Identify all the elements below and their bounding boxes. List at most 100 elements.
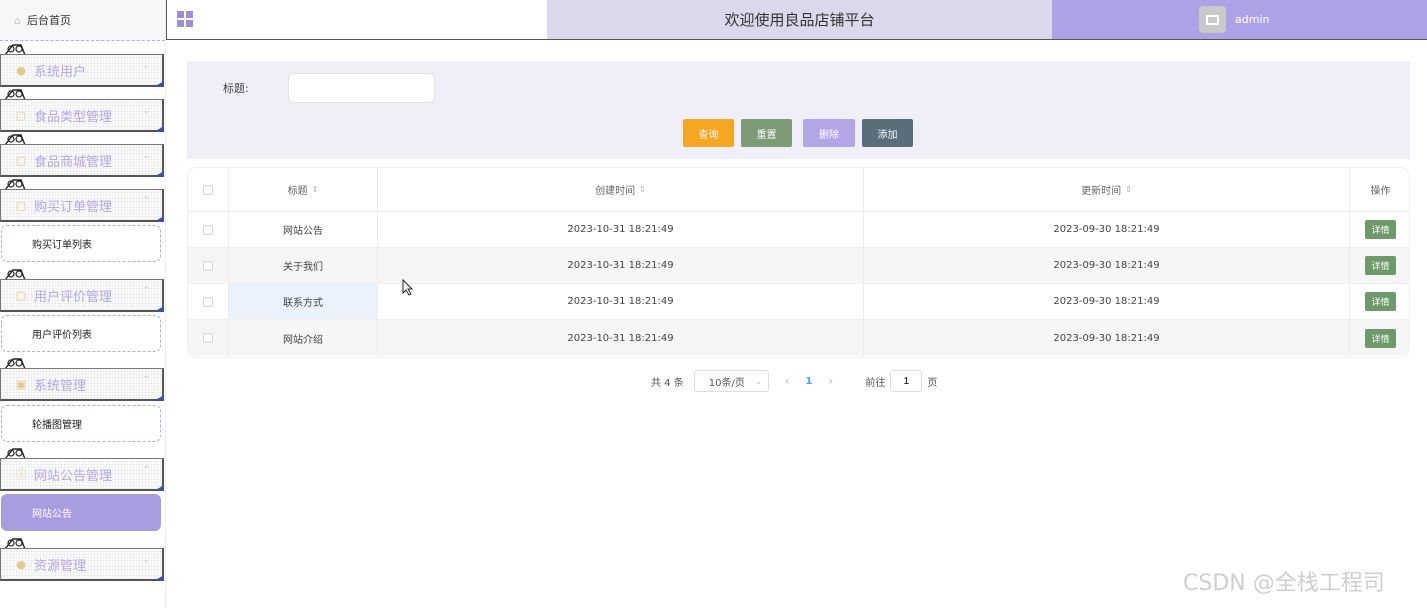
sidebar-menu-label: 食品类型管理 (34, 109, 113, 125)
column-header-created[interactable]: 创建时间 ⇕ (378, 168, 864, 211)
sidebar-item-label: 轮播图管理 (32, 420, 82, 431)
detail-button[interactable]: 详情 (1365, 220, 1396, 239)
chevron-up-icon: ⌃ (142, 286, 150, 296)
cell-actions: 详情 (1350, 284, 1409, 319)
sidebar-item-order-list[interactable]: 购买订单列表 (1, 225, 161, 262)
table-header-row: 标题 ⇕ 创建时间 ⇕ 更新时间 ⇕ 操作 (188, 168, 1409, 212)
chevron-down-icon: ⌄ (142, 106, 150, 116)
chevron-down-icon: ⌄ (142, 151, 150, 161)
folder-icon: ▢ (15, 108, 27, 122)
top-header: 欢迎使用良品店铺平台 admin (166, 0, 1427, 40)
chevron-up-icon: ⌃ (142, 375, 150, 385)
corner-decoration (154, 126, 164, 132)
sidebar-menu-food-store[interactable]: ▢ 食品商城管理 ⌄ (0, 144, 164, 177)
sidebar-menu-system[interactable]: ▣ 系统管理 ⌃ (0, 368, 164, 401)
sidebar-item-review-list[interactable]: 用户评价列表 (1, 315, 161, 352)
chevron-up-icon: ⌃ (142, 196, 150, 206)
detail-button[interactable]: 详情 (1365, 256, 1396, 275)
row-checkbox[interactable] (203, 333, 213, 343)
column-header-label: 创建时间 (595, 186, 636, 197)
corner-decoration (154, 575, 164, 581)
corner-decoration (154, 485, 164, 491)
title-filter-label: 标题: (223, 82, 249, 95)
title-filter-input[interactable] (288, 73, 435, 103)
info-icon: ⓘ (15, 468, 27, 481)
cell-updated: 2023-09-30 18:21:49 (864, 320, 1350, 356)
cell-updated: 2023-09-30 18:21:49 (864, 284, 1350, 319)
row-select-cell (188, 248, 229, 283)
sidebar-menu-announcements[interactable]: ⓘ 网站公告管理 ⌃ (0, 458, 164, 491)
avatar[interactable] (1199, 6, 1226, 33)
chevron-up-icon: ⌃ (142, 465, 150, 475)
cell-created: 2023-10-31 18:21:49 (378, 320, 864, 356)
row-checkbox[interactable] (203, 296, 213, 307)
sidebar-menu-system-users[interactable]: ● 系统用户 ⌄ (0, 54, 164, 87)
goto-page-input[interactable] (890, 370, 923, 392)
menu-toggle-grid-icon[interactable] (177, 11, 193, 27)
sidebar: ⌂ 后台首页 ● 系统用户 ⌄ ▢ 食品类型管理 ⌄ ▢ 食品商城管理 ⌄ ▢ … (0, 0, 166, 608)
page-size-select[interactable]: 10条/页 ⌄ (693, 370, 769, 392)
cell-title: 联系方式 (229, 284, 378, 319)
corner-decoration (154, 306, 164, 312)
column-header-actions: 操作 (1350, 168, 1409, 211)
delete-button[interactable]: 删除 (803, 119, 855, 147)
select-all-cell (188, 168, 229, 211)
select-all-checkbox[interactable] (203, 184, 213, 195)
cell-actions: 详情 (1350, 320, 1409, 356)
query-button[interactable]: 查询 (683, 119, 734, 147)
sidebar-menu-food-types[interactable]: ▢ 食品类型管理 ⌄ (0, 99, 164, 132)
sidebar-menu-label: 用户评价管理 (34, 289, 113, 305)
search-panel: 标题: 查询 重置 删除 添加 (187, 61, 1410, 159)
prev-page-icon[interactable]: ‹ (785, 374, 790, 388)
corner-decoration (154, 216, 164, 222)
user-menu[interactable]: admin (1052, 0, 1427, 39)
username[interactable]: admin (1235, 13, 1269, 26)
cell-updated: 2023-09-30 18:21:49 (864, 248, 1350, 283)
page-title-bar: 欢迎使用良品店铺平台 (547, 0, 1052, 39)
next-page-icon[interactable]: › (829, 374, 834, 388)
goto-label: 前往 (865, 377, 886, 389)
sidebar-item-label: 网站公告 (32, 509, 72, 520)
picture-icon: ▣ (15, 377, 27, 391)
sidebar-item-home[interactable]: ⌂ 后台首页 (0, 0, 165, 41)
chevron-down-icon: ⌄ (142, 61, 150, 71)
add-button[interactable]: 添加 (862, 119, 913, 147)
sidebar-menu-label: 购买订单管理 (34, 199, 113, 215)
user-icon: ● (16, 63, 26, 77)
detail-button[interactable]: 详情 (1365, 292, 1396, 311)
image-icon (1206, 14, 1219, 25)
row-checkbox[interactable] (203, 224, 213, 235)
folder-icon: ▢ (15, 153, 27, 167)
sidebar-menu-orders[interactable]: ▢ 购买订单管理 ⌃ (0, 189, 164, 222)
sort-icon[interactable]: ⇕ (312, 185, 319, 194)
row-select-cell (188, 284, 229, 319)
cell-updated: 2023-09-30 18:21:49 (864, 212, 1350, 247)
cell-actions: 详情 (1350, 248, 1409, 283)
sidebar-menu-label: 食品商城管理 (34, 154, 113, 170)
page-number-current[interactable]: 1 (806, 376, 813, 387)
cell-title: 关于我们 (229, 248, 378, 283)
cell-created: 2023-10-31 18:21:49 (378, 284, 864, 319)
reset-button[interactable]: 重置 (741, 119, 792, 147)
sidebar-item-carousel[interactable]: 轮播图管理 (1, 405, 161, 442)
sidebar-menu-resources[interactable]: ● 资源管理 ⌄ (0, 548, 164, 581)
home-icon: ⌂ (14, 13, 21, 27)
sort-icon[interactable]: ⇕ (639, 185, 646, 194)
sidebar-menu-reviews[interactable]: ▢ 用户评价管理 ⌃ (0, 279, 164, 312)
column-header-title[interactable]: 标题 ⇕ (229, 168, 378, 211)
table-row: 网站介绍 2023-10-31 18:21:49 2023-09-30 18:2… (188, 320, 1409, 356)
detail-button[interactable]: 详情 (1365, 328, 1396, 348)
sort-icon[interactable]: ⇕ (1125, 185, 1132, 194)
column-header-updated[interactable]: 更新时间 ⇕ (864, 168, 1350, 211)
table-row: 联系方式 2023-10-31 18:21:49 2023-09-30 18:2… (188, 284, 1409, 320)
cell-created: 2023-10-31 18:21:49 (378, 212, 864, 247)
row-checkbox[interactable] (203, 260, 213, 271)
sidebar-item-announcement[interactable]: 网站公告 (1, 494, 161, 531)
announcement-table: 标题 ⇕ 创建时间 ⇕ 更新时间 ⇕ 操作 网站公告 2023-10-31 18:21… (187, 167, 1410, 358)
sidebar-item-label: 用户评价列表 (32, 330, 92, 341)
pagination-total: 共 4 条 (651, 377, 684, 389)
sidebar-menu-label: 资源管理 (34, 558, 87, 574)
column-header-label: 操作 (1370, 186, 1391, 197)
corner-decoration (154, 81, 164, 87)
sidebar-item-label: 购买订单列表 (32, 240, 92, 251)
